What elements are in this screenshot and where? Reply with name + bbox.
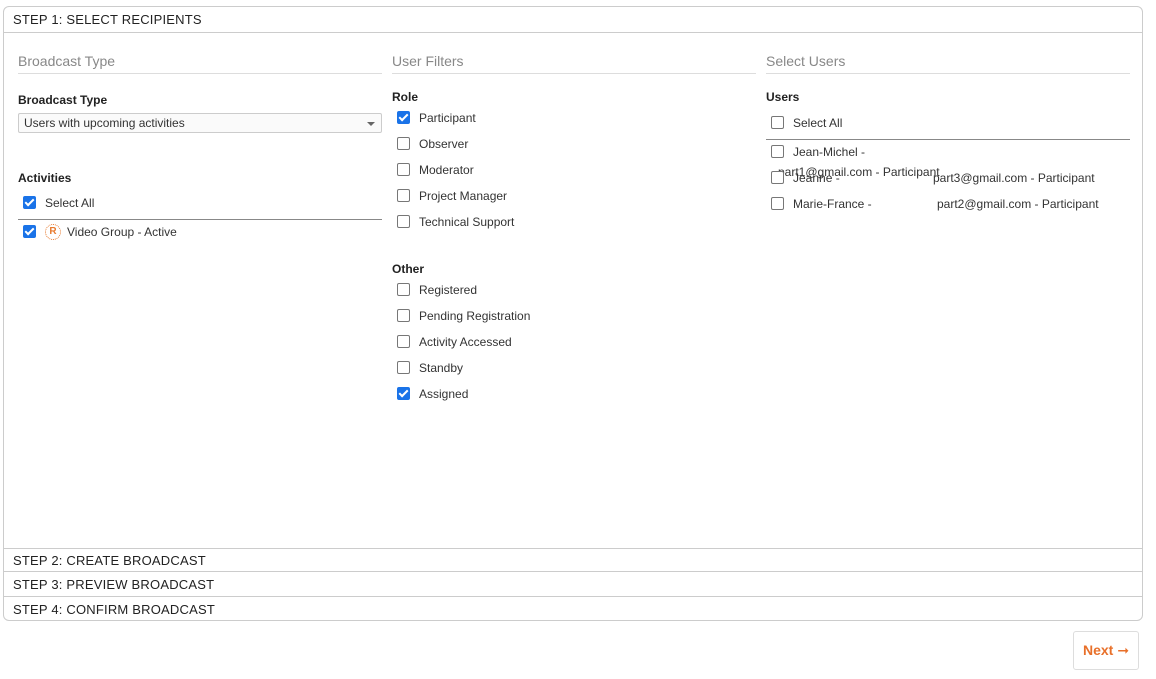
user-checkbox[interactable] — [771, 145, 784, 159]
user-name: Jean-Michel - — [793, 145, 866, 159]
other-pending-registration[interactable]: Pending Registration — [397, 306, 756, 332]
activities-divider — [18, 219, 382, 220]
users-select-all-checkbox[interactable] — [771, 116, 784, 130]
broadcast-type-section-title: Broadcast Type — [18, 53, 382, 74]
other-activity-accessed-label: Activity Accessed — [419, 335, 512, 349]
other-pending-registration-label: Pending Registration — [419, 309, 531, 323]
role-moderator-checkbox[interactable] — [397, 163, 410, 177]
role-technical-support-checkbox[interactable] — [397, 215, 410, 229]
user-name: Jeanne - — [793, 171, 840, 185]
activities-select-all-checkbox[interactable] — [23, 196, 36, 210]
role-participant-label: Participant — [419, 111, 476, 125]
activity-logo-icon: R — [45, 223, 61, 240]
user-row[interactable]: Jeanne - part3@gmail.com - Participant — [771, 168, 1130, 194]
other-pending-registration-checkbox[interactable] — [397, 309, 410, 323]
other-assigned[interactable]: Assigned — [397, 384, 756, 410]
user-checkbox[interactable] — [771, 197, 784, 211]
role-observer-checkbox[interactable] — [397, 137, 410, 151]
other-standby-checkbox[interactable] — [397, 361, 410, 375]
other-standby[interactable]: Standby — [397, 358, 756, 384]
activity-label: Video Group - Active — [67, 225, 177, 239]
other-registered-checkbox[interactable] — [397, 283, 410, 297]
role-project-manager-label: Project Manager — [419, 189, 508, 203]
role-technical-support-label: Technical Support — [419, 215, 515, 229]
user-row[interactable]: Marie-France - part2@gmail.com - Particip… — [771, 194, 1130, 220]
other-standby-label: Standby — [419, 361, 464, 375]
role-observer-label: Observer — [419, 137, 469, 151]
next-button[interactable]: Next ➞ — [1073, 631, 1139, 670]
users-divider — [766, 139, 1130, 140]
role-participant[interactable]: Participant — [397, 108, 756, 134]
user-checkbox[interactable] — [771, 171, 784, 185]
user-email: part3@gmail.com - Participant — [933, 171, 1095, 185]
role-project-manager[interactable]: Project Manager — [397, 186, 756, 212]
role-project-manager-checkbox[interactable] — [397, 189, 410, 203]
role-label: Role — [392, 90, 419, 104]
broadcast-type-select[interactable]: Users with upcoming activities — [18, 113, 382, 133]
role-moderator[interactable]: Moderator — [397, 160, 756, 186]
activities-select-all-label: Select All — [45, 196, 95, 210]
broadcast-wizard: STEP 1: SELECT RECIPIENTS Broadcast Type… — [3, 6, 1143, 621]
step3-header[interactable]: STEP 3: PREVIEW BROADCAST — [4, 573, 1142, 597]
chevron-down-icon — [367, 122, 375, 126]
activities-label: Activities — [18, 171, 72, 185]
user-email: part2@gmail.com - Participant — [937, 197, 1099, 211]
role-moderator-label: Moderator — [419, 163, 474, 177]
other-registered-label: Registered — [419, 283, 478, 297]
select-users-column: Select Users Users Select All Jean-Miche… — [766, 45, 1130, 220]
activity-checkbox[interactable] — [23, 225, 36, 239]
step1-header[interactable]: STEP 1: SELECT RECIPIENTS — [4, 7, 1142, 33]
activity-item[interactable]: R Video Group - Active — [18, 222, 382, 248]
user-row[interactable]: Jean-Michel -part1@gmail.com - Participa… — [771, 142, 1130, 179]
broadcast-type-column: Broadcast Type Broadcast Type Users with… — [18, 45, 382, 248]
other-activity-accessed-checkbox[interactable] — [397, 335, 410, 349]
user-filters-column: User Filters Role Participant Observer M… — [392, 45, 756, 410]
role-observer[interactable]: Observer — [397, 134, 756, 160]
other-activity-accessed[interactable]: Activity Accessed — [397, 332, 756, 358]
role-participant-checkbox[interactable] — [397, 111, 410, 125]
other-assigned-label: Assigned — [419, 387, 469, 401]
step4-header[interactable]: STEP 4: CONFIRM BROADCAST — [4, 598, 1142, 622]
arrow-right-icon: ➞ — [1117, 642, 1130, 658]
activities-select-all[interactable]: Select All — [18, 193, 382, 219]
broadcast-type-label: Broadcast Type — [18, 93, 108, 107]
users-select-all[interactable]: Select All — [766, 113, 1130, 139]
step2-header[interactable]: STEP 2: CREATE BROADCAST — [4, 548, 1142, 572]
other-assigned-checkbox[interactable] — [397, 387, 410, 401]
user-name: Marie-France - — [793, 197, 872, 211]
select-users-section-title: Select Users — [766, 53, 1130, 74]
other-label: Other — [392, 262, 425, 276]
next-button-label: Next — [1082, 642, 1114, 658]
users-select-all-label: Select All — [793, 116, 843, 130]
broadcast-type-selected: Users with upcoming activities — [24, 116, 185, 130]
users-label: Users — [766, 90, 800, 104]
other-registered[interactable]: Registered — [397, 280, 756, 306]
role-technical-support[interactable]: Technical Support — [397, 212, 756, 238]
user-filters-section-title: User Filters — [392, 53, 756, 74]
